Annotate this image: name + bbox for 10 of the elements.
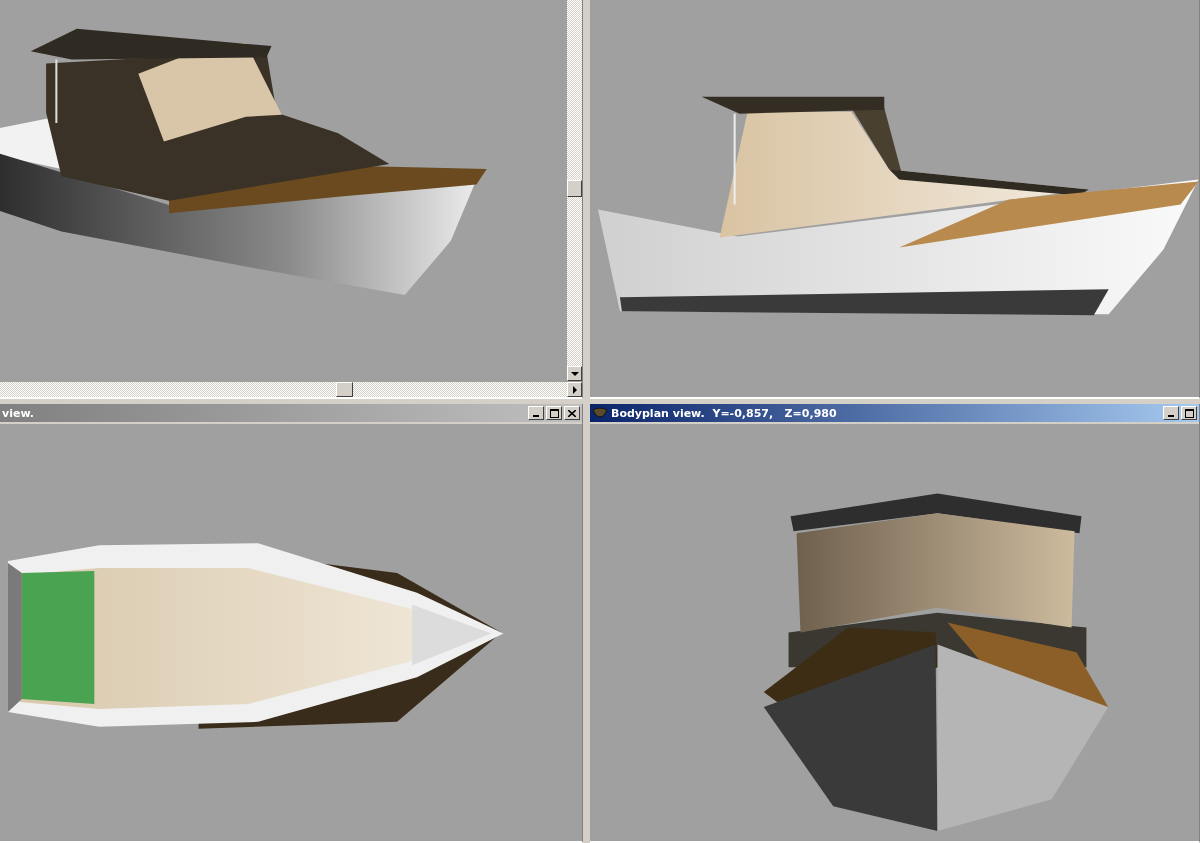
horizontal-scrollbar[interactable] <box>0 382 582 397</box>
vertical-scrollbar[interactable] <box>567 0 582 381</box>
close-button[interactable] <box>564 406 580 420</box>
maximize-button[interactable] <box>546 406 562 420</box>
close-icon <box>568 409 576 417</box>
minimize-button[interactable] <box>1163 406 1179 420</box>
window-title: view. <box>2 406 36 420</box>
minimize-button[interactable] <box>528 406 544 420</box>
maximize-button[interactable] <box>1181 406 1197 420</box>
window-title: Bodyplan view. Y=-0,857, Z=0,980 <box>611 406 838 420</box>
